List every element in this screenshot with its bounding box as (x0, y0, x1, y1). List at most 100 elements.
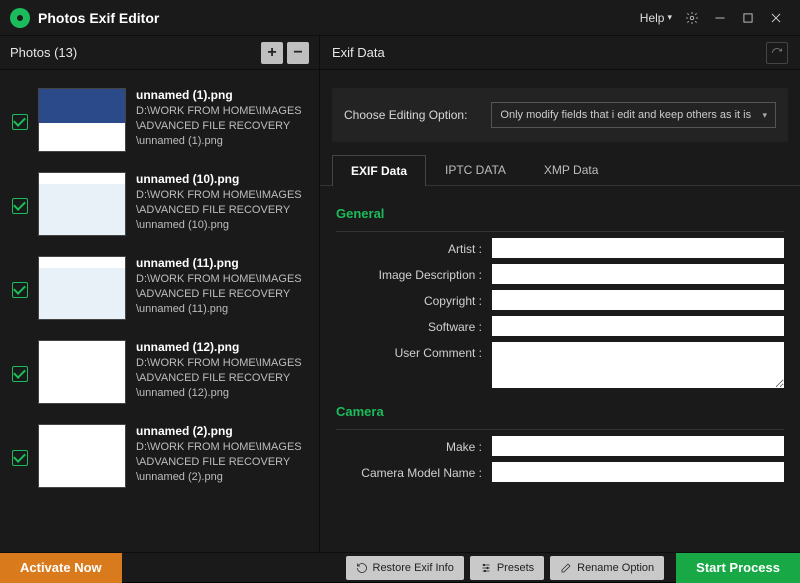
photo-filename: unnamed (10).png (136, 172, 307, 186)
app-logo-icon (10, 8, 30, 28)
settings-button[interactable] (678, 4, 706, 32)
form-row: User Comment : (336, 342, 784, 388)
exif-header: Exif Data (320, 36, 800, 70)
general-field-2[interactable] (492, 290, 784, 310)
restore-exif-label: Restore Exif Info (373, 562, 454, 574)
photo-info: unnamed (1).png D:\WORK FROM HOME\IMAGES\… (136, 88, 307, 149)
editing-option-value: Only modify fields that i edit and keep … (500, 109, 751, 121)
list-item[interactable]: unnamed (10).png D:\WORK FROM HOME\IMAGES… (8, 166, 311, 250)
help-menu[interactable]: Help▾ (640, 11, 672, 25)
presets-button[interactable]: Presets (470, 556, 544, 580)
presets-icon (480, 562, 492, 574)
photo-filename: unnamed (1).png (136, 88, 307, 102)
tab-iptc-data[interactable]: IPTC DATA (426, 154, 525, 185)
field-label: Camera Model Name : (336, 462, 492, 480)
photo-checkbox[interactable] (12, 282, 28, 298)
list-item[interactable]: unnamed (1).png D:\WORK FROM HOME\IMAGES\… (8, 82, 311, 166)
photo-thumbnail[interactable] (38, 172, 126, 236)
footer-bar: Activate Now Restore Exif Info Presets R… (0, 552, 800, 582)
field-label: Image Description : (336, 264, 492, 282)
editing-option-label: Choose Editing Option: (344, 108, 467, 122)
photo-path: D:\WORK FROM HOME\IMAGES\ADVANCED FILE R… (136, 356, 307, 401)
chevron-down-icon: ▾ (667, 12, 672, 23)
camera-field-1[interactable] (492, 462, 784, 482)
photo-info: unnamed (11).png D:\WORK FROM HOME\IMAGES… (136, 256, 307, 317)
close-button[interactable] (762, 4, 790, 32)
title-bar: Photos Exif Editor Help▾ (0, 0, 800, 36)
photo-checkbox[interactable] (12, 366, 28, 382)
field-label: Software : (336, 316, 492, 334)
photo-filename: unnamed (12).png (136, 340, 307, 354)
general-field-0[interactable] (492, 238, 784, 258)
form-row: Make : (336, 436, 784, 456)
photos-header: Photos (13) + − (0, 36, 319, 70)
tab-xmp-data[interactable]: XMP Data (525, 154, 617, 185)
photo-checkbox[interactable] (12, 114, 28, 130)
photo-path: D:\WORK FROM HOME\IMAGES\ADVANCED FILE R… (136, 440, 307, 485)
maximize-icon (741, 11, 755, 25)
activate-button[interactable]: Activate Now (0, 553, 122, 583)
photo-checkbox[interactable] (12, 450, 28, 466)
minimize-button[interactable] (706, 4, 734, 32)
form-row: Image Description : (336, 264, 784, 284)
tab-exif-data[interactable]: EXIF Data (332, 155, 426, 186)
editing-option-row: Choose Editing Option: Only modify field… (332, 88, 788, 142)
close-icon (769, 11, 783, 25)
photo-list[interactable]: unnamed (1).png D:\WORK FROM HOME\IMAGES\… (0, 70, 319, 552)
editing-option-dropdown[interactable]: Only modify fields that i edit and keep … (491, 102, 776, 128)
list-item[interactable]: unnamed (11).png D:\WORK FROM HOME\IMAGES… (8, 250, 311, 334)
form-row: Copyright : (336, 290, 784, 310)
rename-option-button[interactable]: Rename Option (550, 556, 664, 580)
photos-count-label: Photos (13) (10, 45, 77, 60)
list-item[interactable]: unnamed (12).png D:\WORK FROM HOME\IMAGES… (8, 334, 311, 418)
form-row: Software : (336, 316, 784, 336)
photo-path: D:\WORK FROM HOME\IMAGES\ADVANCED FILE R… (136, 188, 307, 233)
start-process-button[interactable]: Start Process (676, 553, 800, 583)
field-label: Artist : (336, 238, 492, 256)
rename-icon (560, 562, 572, 574)
exif-form: General Artist : Image Description : Copyr… (320, 186, 800, 552)
general-field-3[interactable] (492, 316, 784, 336)
presets-label: Presets (497, 562, 534, 574)
photo-thumbnail[interactable] (38, 340, 126, 404)
photo-info: unnamed (12).png D:\WORK FROM HOME\IMAGES… (136, 340, 307, 401)
refresh-icon (771, 47, 783, 59)
gear-icon (685, 11, 699, 25)
field-label: User Comment : (336, 342, 492, 360)
rename-option-label: Rename Option (577, 562, 654, 574)
restore-icon (356, 562, 368, 574)
maximize-button[interactable] (734, 4, 762, 32)
general-field-4[interactable] (492, 342, 784, 388)
photo-thumbnail[interactable] (38, 256, 126, 320)
photo-info: unnamed (10).png D:\WORK FROM HOME\IMAGES… (136, 172, 307, 233)
chevron-down-icon: ▾ (762, 110, 767, 121)
field-label: Copyright : (336, 290, 492, 308)
app-title: Photos Exif Editor (38, 10, 159, 26)
general-field-1[interactable] (492, 264, 784, 284)
photo-thumbnail[interactable] (38, 88, 126, 152)
photo-checkbox[interactable] (12, 198, 28, 214)
photo-path: D:\WORK FROM HOME\IMAGES\ADVANCED FILE R… (136, 272, 307, 317)
form-row: Camera Model Name : (336, 462, 784, 482)
list-item[interactable]: unnamed (2).png D:\WORK FROM HOME\IMAGES\… (8, 418, 311, 502)
minimize-icon (713, 11, 727, 25)
data-tabs: EXIF DataIPTC DATAXMP Data (320, 154, 800, 186)
plus-icon: + (267, 44, 276, 62)
photo-thumbnail[interactable] (38, 424, 126, 488)
camera-field-0[interactable] (492, 436, 784, 456)
field-label: Make : (336, 436, 492, 454)
refresh-button[interactable] (766, 42, 788, 64)
minus-icon: − (293, 44, 302, 62)
section-camera-title: Camera (336, 404, 784, 419)
add-photo-button[interactable]: + (261, 42, 283, 64)
help-label: Help (640, 11, 665, 25)
photo-info: unnamed (2).png D:\WORK FROM HOME\IMAGES\… (136, 424, 307, 485)
section-general-title: General (336, 206, 784, 221)
photo-filename: unnamed (2).png (136, 424, 307, 438)
form-row: Artist : (336, 238, 784, 258)
photo-path: D:\WORK FROM HOME\IMAGES\ADVANCED FILE R… (136, 104, 307, 149)
restore-exif-button[interactable]: Restore Exif Info (346, 556, 464, 580)
photo-filename: unnamed (11).png (136, 256, 307, 270)
exif-header-label: Exif Data (332, 45, 385, 60)
remove-photo-button[interactable]: − (287, 42, 309, 64)
